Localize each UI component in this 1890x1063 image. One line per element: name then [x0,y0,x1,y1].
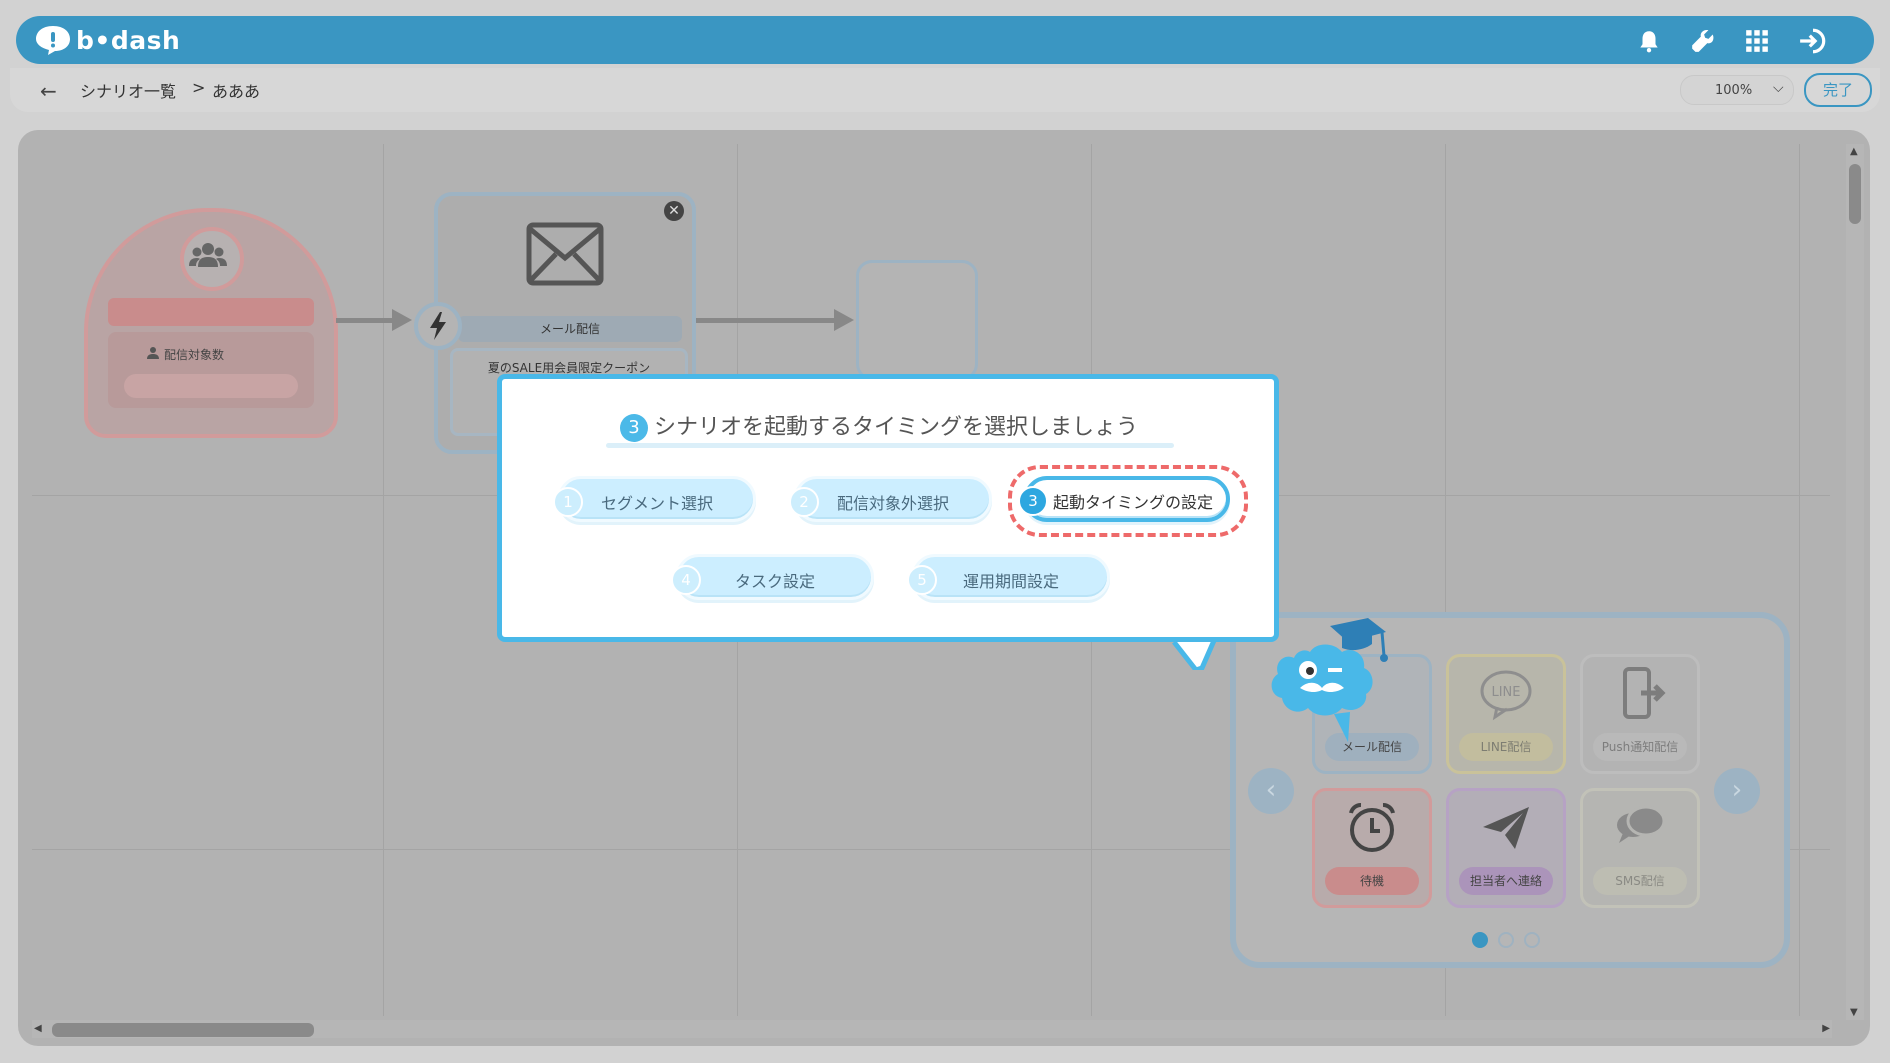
alarm-clock-icon [1349,803,1395,852]
palette-next-button[interactable]: › [1714,768,1760,814]
step-label: タスク設定 [734,572,815,591]
chevron-down-icon: ⌵ [1773,80,1784,96]
zoom-value: 100% [1715,83,1753,98]
step-trigger-timing[interactable]: 3 起動タイミングの設定 [1018,476,1230,522]
person-icon [147,347,159,359]
grid-line [1799,144,1800,1016]
back-arrow-icon[interactable]: ← [40,79,57,103]
breadcrumb-separator: > [192,78,206,97]
mail-node-title: メール配信 [458,316,682,342]
scroll-up-icon[interactable]: ▲ [1850,146,1858,157]
target-count-value [124,374,298,398]
breadcrumb-bar: ← シナリオ一覧 > あああ 100% ⌵ 完了 [10,68,1880,112]
page-dot-2[interactable] [1498,932,1514,948]
bell-icon[interactable] [1636,28,1662,54]
step-segment-select[interactable]: 1 セグメント選択 [553,476,756,522]
tile-line[interactable]: LINE LINE配信 [1446,654,1566,774]
logo[interactable]: b•dash [34,22,180,58]
envelope-icon [526,222,604,286]
users-icon [189,243,227,267]
step-operation-period[interactable]: 5 運用期間設定 [907,554,1110,600]
grid-icon[interactable] [1744,28,1770,54]
tile-label: LINE配信 [1459,733,1553,761]
popup-title-underline [606,443,1174,448]
segment-count-box: 配信対象数 [108,332,314,408]
tile-label: SMS配信 [1593,867,1687,895]
done-button[interactable]: 完了 [1804,73,1872,107]
step-label: セグメント選択 [600,494,713,513]
segment-name-bar[interactable] [108,298,314,326]
vertical-scroll-thumb[interactable] [1849,164,1861,224]
lightning-icon [430,312,446,340]
logout-icon[interactable] [1798,28,1828,54]
close-icon[interactable]: ✕ [664,201,684,221]
step-task-settings[interactable]: 4 タスク設定 [671,554,874,600]
wrench-icon[interactable] [1690,28,1716,54]
tile-label: 担当者へ連絡 [1459,867,1553,895]
empty-node-slot[interactable] [856,260,978,380]
breadcrumb-current: あああ [212,82,261,101]
tutorial-popup: 3 シナリオを起動するタイミングを選択しましょう 1 セグメント選択 2 配信対象… [497,374,1279,642]
top-header: b•dash [16,16,1874,64]
target-count-label: 配信対象数 [164,348,225,362]
breadcrumb-scenario-list[interactable]: シナリオ一覧 [80,78,176,102]
tile-sms[interactable]: SMS配信 [1580,788,1700,908]
line-icon: LINE [1480,670,1532,721]
logo-bubble-icon [36,26,70,55]
popup-title-text: シナリオを起動するタイミングを選択しましょう [654,415,1139,440]
scroll-down-icon[interactable]: ▼ [1850,1007,1858,1018]
popup-title-step-badge: 3 [620,414,648,442]
horizontal-scrollbar[interactable]: ◀ ▶ [32,1020,1832,1038]
scroll-left-icon[interactable]: ◀ [34,1023,42,1034]
tile-label: Push通知配信 [1593,733,1687,761]
grid-line [383,144,384,1016]
step-label: 配信対象外選択 [836,494,949,513]
scroll-right-icon[interactable]: ▶ [1822,1023,1830,1034]
popup-title: 3 シナリオを起動するタイミングを選択しましょう [620,409,1138,442]
connector-arrowhead [834,309,854,331]
tile-push[interactable]: Push通知配信 [1580,654,1700,774]
connector-arrowhead [392,309,412,331]
tile-wait[interactable]: 待機 [1312,788,1432,908]
trigger-node[interactable] [414,302,462,350]
mascot-character-icon [1271,618,1388,742]
chat-bubbles-icon [1617,805,1666,843]
zoom-select[interactable]: 100% ⌵ [1680,75,1794,105]
paper-plane-icon [1483,807,1529,849]
tile-contact[interactable]: 担当者へ連絡 [1446,788,1566,908]
mobile-push-icon [1623,667,1666,719]
connector-line [336,318,392,323]
horizontal-scroll-thumb[interactable] [52,1023,314,1037]
segment-node[interactable]: 配信対象数 [84,208,338,438]
connector-line [694,318,834,323]
page-dot-1[interactable] [1472,932,1488,948]
segment-icon-circle [180,227,244,291]
page-dot-3[interactable] [1524,932,1540,948]
palette-prev-button[interactable]: ‹ [1248,768,1294,814]
svg-text:LINE: LINE [1491,685,1520,700]
step-label: 起動タイミングの設定 [1052,493,1213,512]
logo-text: b•dash [76,25,181,55]
step-label: 運用期間設定 [962,572,1059,591]
tile-label: 待機 [1325,867,1419,895]
step-exclusion-select[interactable]: 2 配信対象外選択 [789,476,992,522]
vertical-scrollbar[interactable]: ▲ ▼ [1846,144,1864,1020]
